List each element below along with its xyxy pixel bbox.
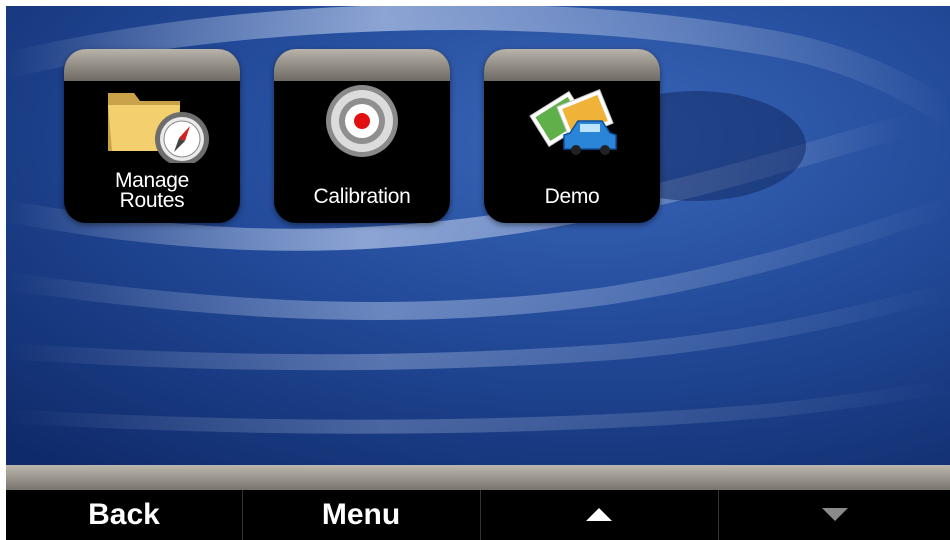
scroll-up-button[interactable] (481, 465, 717, 540)
calibration-tile[interactable]: Calibration (274, 49, 450, 223)
target-icon (326, 85, 398, 157)
manage-routes-tile[interactable]: Manage Routes (64, 49, 240, 223)
manage-label-line1: Manage (114, 169, 190, 192)
folder-compass-icon (108, 93, 209, 163)
arrow-up-icon (586, 508, 612, 521)
menu-label: Menu (321, 497, 401, 531)
demo-tile[interactable]: Demo (484, 49, 660, 223)
demo-label: Demo (544, 185, 600, 208)
back-label: Back (88, 497, 160, 531)
bottom-navigation-bar: Back Menu (6, 465, 950, 540)
demo-car-photos-icon (529, 89, 617, 155)
scroll-down-button[interactable] (719, 465, 950, 540)
device-screen: Manage Routes Calibration Demo Back Menu (6, 6, 950, 540)
menu-button[interactable]: Menu (243, 465, 479, 540)
arrow-down-icon (821, 508, 848, 521)
calibration-label: Calibration (313, 185, 411, 208)
routes-label-line2: Routes (119, 189, 185, 212)
back-button[interactable]: Back (6, 465, 242, 540)
